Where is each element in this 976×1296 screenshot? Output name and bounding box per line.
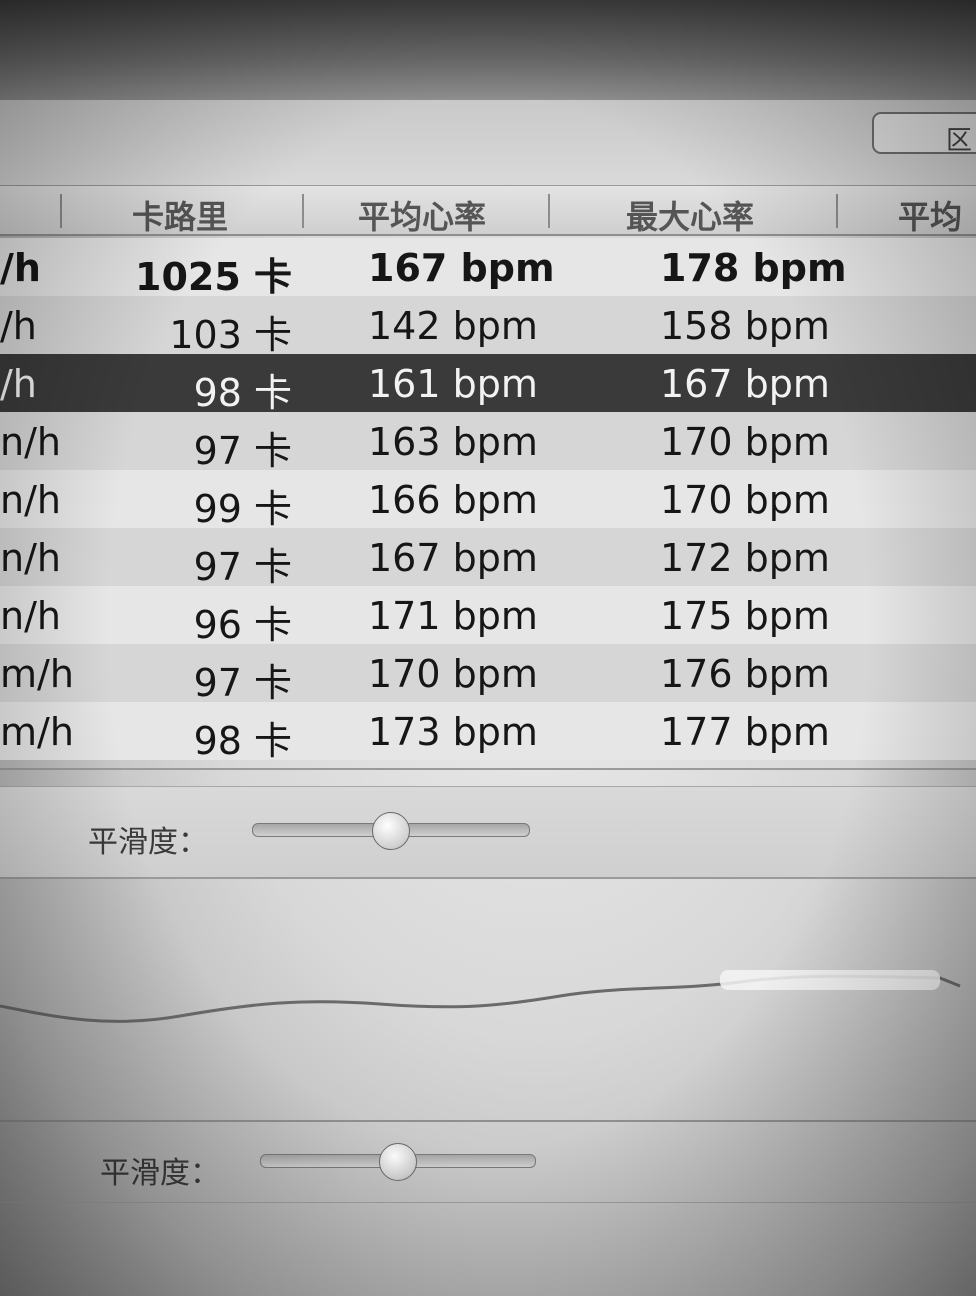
max-heart-rate-cell: 167 bpm	[660, 362, 830, 406]
speed-cell: m/h	[0, 652, 74, 696]
speed-cell: n/h	[0, 478, 61, 522]
column-separator[interactable]	[302, 194, 304, 228]
max-heart-rate-cell: 177 bpm	[660, 710, 830, 754]
speed-cell: /h	[0, 246, 41, 290]
max-heart-rate-cell: 176 bpm	[660, 652, 830, 696]
avg-heart-rate-cell: 170 bpm	[368, 652, 538, 696]
column-header-avg-cut[interactable]: 平均	[898, 192, 962, 238]
max-heart-rate-cell: 170 bpm	[660, 420, 830, 464]
speed-cell: n/h	[0, 594, 61, 638]
column-header-max-heart-rate[interactable]: 最大心率	[626, 192, 754, 238]
top-bezel	[0, 0, 976, 100]
table-row[interactable]: m/h 97 卡 170 bpm 176 bpm	[0, 644, 976, 705]
max-heart-rate-cell: 158 bpm	[660, 304, 830, 348]
avg-heart-rate-cell: 163 bpm	[368, 420, 538, 464]
calories-cell: 1025 卡	[135, 255, 292, 299]
table-row[interactable]: /h 103 卡 142 bpm 158 bpm	[0, 296, 976, 357]
avg-heart-rate-cell: 161 bpm	[368, 362, 538, 406]
table-row[interactable]: /h 1025 卡 167 bpm 178 bpm	[0, 238, 976, 299]
avg-heart-rate-cell: 166 bpm	[368, 478, 538, 522]
calories-cell: 97 卡	[193, 429, 292, 473]
speed-cell: /h	[0, 362, 37, 406]
speed-cell: n/h	[0, 536, 61, 580]
speed-cell: m/h	[0, 710, 74, 754]
avg-heart-rate-cell: 167 bpm	[368, 246, 555, 290]
table-row[interactable]: n/h 97 卡 163 bpm 170 bpm	[0, 412, 976, 473]
speed-cell: n/h	[0, 420, 61, 464]
calories-cell: 98 卡	[193, 719, 292, 763]
calories-cell: 103 卡	[169, 313, 292, 357]
smoothing-panel-1: 平滑度：	[0, 786, 976, 879]
smoothing-label: 平滑度：	[100, 1156, 220, 1191]
heart-rate-chart	[0, 970, 961, 1023]
calories-cell: 98 卡	[193, 371, 292, 415]
calories-cell: 97 卡	[193, 545, 292, 589]
column-separator[interactable]	[836, 194, 838, 228]
smoothing-slider-knob[interactable]	[372, 812, 410, 850]
column-separator[interactable]	[548, 194, 550, 228]
toolbar	[0, 100, 976, 186]
avg-heart-rate-cell: 167 bpm	[368, 536, 538, 580]
smoothing-panel-2: 平滑度：	[0, 1120, 976, 1203]
table-header: 卡路里 平均心率 最大心率 平均	[0, 186, 976, 236]
table-row[interactable]: m/h 98 卡 173 bpm 177 bpm	[0, 702, 976, 763]
smoothing-label: 平滑度：	[88, 825, 208, 860]
avg-heart-rate-cell: 142 bpm	[368, 304, 538, 348]
table-bottom-border	[0, 768, 976, 770]
calories-cell: 99 卡	[193, 487, 292, 531]
max-heart-rate-cell: 170 bpm	[660, 478, 830, 522]
table-row-selected[interactable]: /h 98 卡 161 bpm 167 bpm	[0, 354, 976, 415]
avg-heart-rate-cell: 173 bpm	[368, 710, 538, 754]
calories-cell: 96 卡	[193, 603, 292, 647]
calories-cell: 97 卡	[193, 661, 292, 705]
column-header-calories[interactable]: 卡路里	[132, 192, 228, 238]
smoothing-slider-knob[interactable]	[379, 1143, 417, 1181]
table-row[interactable]: n/h 96 卡 171 bpm 175 bpm	[0, 586, 976, 647]
column-header-avg-heart-rate[interactable]: 平均心率	[358, 192, 486, 238]
table-row[interactable]: n/h 97 卡 167 bpm 172 bpm	[0, 528, 976, 589]
max-heart-rate-cell: 175 bpm	[660, 594, 830, 638]
chart-highlight	[720, 970, 940, 990]
max-heart-rate-cell: 172 bpm	[660, 536, 830, 580]
table-row[interactable]: n/h 99 卡 166 bpm 170 bpm	[0, 470, 976, 531]
column-separator[interactable]	[60, 194, 62, 228]
speed-cell: /h	[0, 304, 37, 348]
max-heart-rate-cell: 178 bpm	[660, 246, 847, 290]
toolbar-button[interactable]: 区	[872, 112, 976, 156]
avg-heart-rate-cell: 171 bpm	[368, 594, 538, 638]
